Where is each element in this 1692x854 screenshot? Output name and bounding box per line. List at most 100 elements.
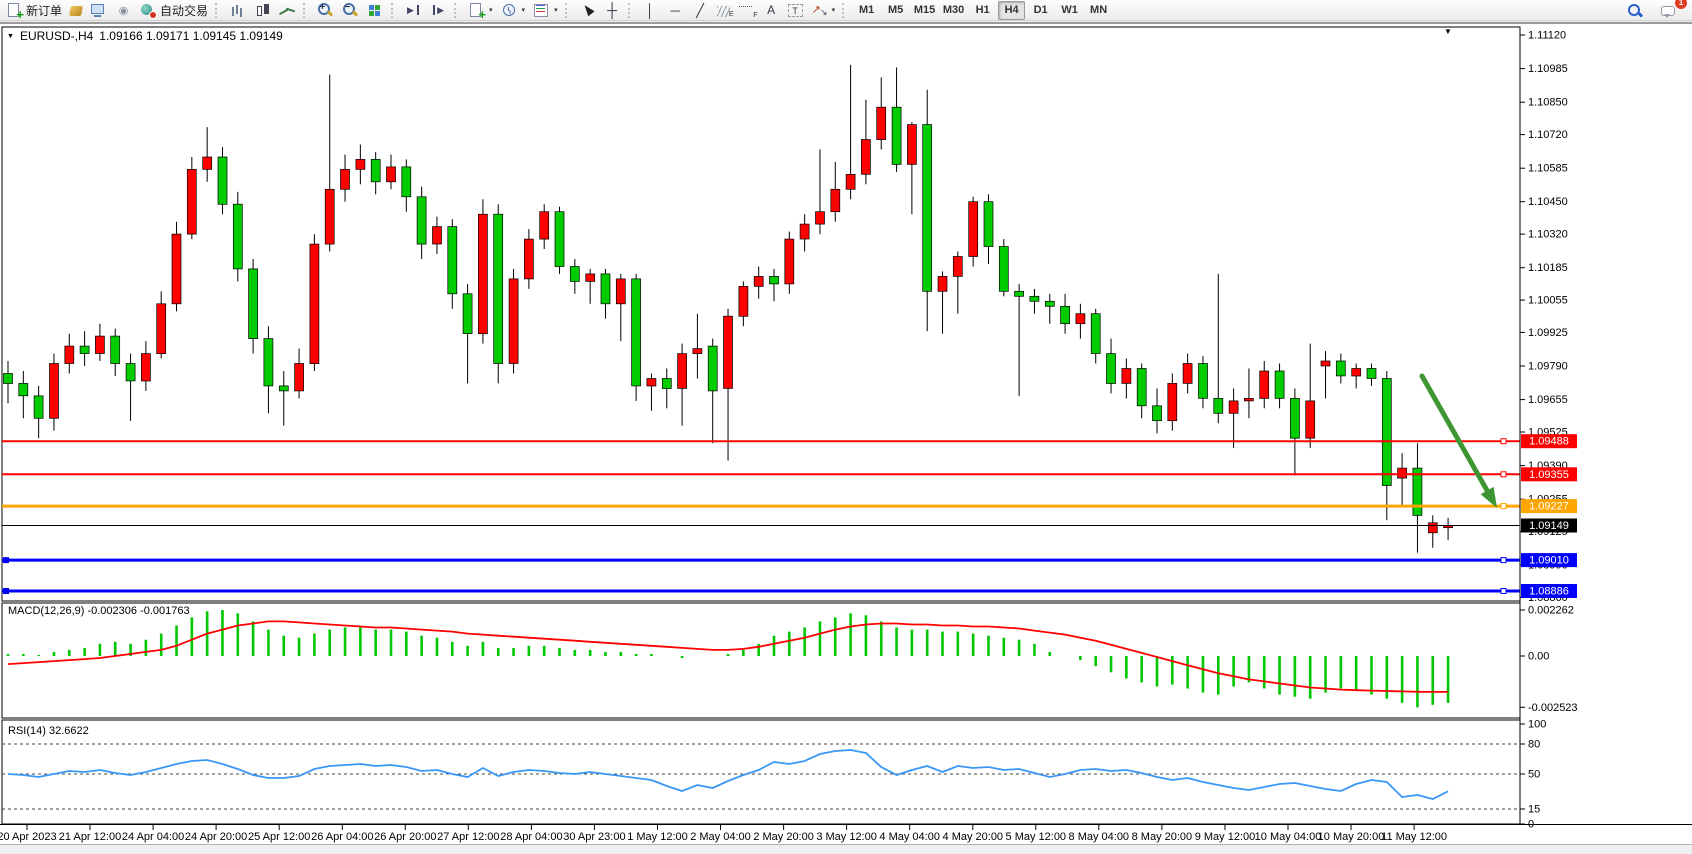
line-handle[interactable] [1501,504,1506,509]
svg-text:21 Apr 12:00: 21 Apr 12:00 [59,831,121,843]
new-order-button[interactable]: 新订单 [2,0,66,21]
zoom-out-button[interactable]: − [338,0,363,21]
timeframe-m1-button[interactable]: M1 [853,1,880,20]
svg-text:9 May 12:00: 9 May 12:00 [1195,831,1256,843]
arrows-button[interactable]: ▾ [807,0,840,21]
timeframe-mn-button[interactable]: MN [1085,1,1112,20]
chevron-down-icon: ▾ [522,6,526,14]
price-tag-1.09227: 1.09227 [1521,499,1577,513]
svg-text:8 May 20:00: 8 May 20:00 [1132,831,1193,843]
crosshair-icon [604,3,621,18]
templates-button[interactable]: ▾ [529,0,562,21]
svg-text:1.08886: 1.08886 [1529,586,1569,598]
svg-text:26 Apr 20:00: 26 Apr 20:00 [374,831,436,843]
text-label-icon [788,4,803,17]
timeframe-m30-button[interactable]: M30 [940,1,967,20]
toolbar-grip [303,3,309,18]
line-handle[interactable] [3,557,9,563]
chart-shift-button[interactable] [426,0,451,21]
notifications-button[interactable]: 1 [1657,0,1682,21]
new-chart-icon [468,3,485,18]
price-tag-1.09010: 1.09010 [1521,553,1577,567]
svg-text:1.10850: 1.10850 [1528,97,1568,109]
collapse-triangle-icon[interactable]: ▼ [7,33,14,40]
candlestick-chart-button[interactable] [250,0,275,21]
svg-text:25 Apr 12:00: 25 Apr 12:00 [248,831,310,843]
trendline-icon [692,3,709,18]
zoom-in-button[interactable]: + [313,0,338,21]
equidistant-channel-icon [717,6,730,17]
svg-text:1 May 12:00: 1 May 12:00 [627,831,688,843]
svg-text:5 May 12:00: 5 May 12:00 [1006,831,1067,843]
svg-text:3 May 12:00: 3 May 12:00 [816,831,877,843]
signals-icon [115,3,132,18]
equidistant-channel-button[interactable] [713,0,734,21]
signals-button[interactable] [111,0,136,21]
price-tag-1.09149: 1.09149 [1521,519,1577,533]
periods-button[interactable]: ▾ [497,0,530,21]
vertical-line-icon [642,3,659,18]
svg-text:27 Apr 12:00: 27 Apr 12:00 [437,831,499,843]
horizontal-line-button[interactable] [663,0,688,21]
timeframe-m15-button[interactable]: M15 [911,1,938,20]
fibonacci-retracement-button[interactable] [734,0,759,21]
chart-ohlc-quotes: 1.09166 1.09171 1.09145 1.09149 [99,29,283,43]
timeframe-h4-button[interactable]: H4 [998,1,1025,20]
line-handle[interactable] [1501,589,1506,594]
macd-label: MACD(12,26,9) -0.002306 -0.001763 [8,605,190,617]
svg-text:4 May 04:00: 4 May 04:00 [879,831,940,843]
arrows-icon [811,3,828,18]
line-chart-button[interactable] [275,0,300,21]
svg-text:28 Apr 04:00: 28 Apr 04:00 [500,831,562,843]
market-depth-button[interactable] [66,0,86,21]
timeframe-w1-button[interactable]: W1 [1056,1,1083,20]
line-handle[interactable] [1501,439,1506,444]
svg-text:1.10450: 1.10450 [1528,196,1568,208]
svg-text:1.09925: 1.09925 [1528,327,1568,339]
line-handle[interactable] [3,588,9,594]
svg-text:4 May 20:00: 4 May 20:00 [943,831,1004,843]
text-label-button[interactable] [784,0,807,21]
zoom-in-icon: + [317,3,334,18]
chart-shift-marker[interactable]: ▼ [1444,27,1452,36]
svg-text:11 May 12:00: 11 May 12:00 [1381,831,1447,843]
svg-text:1.10585: 1.10585 [1528,163,1568,175]
svg-text:24 Apr 20:00: 24 Apr 20:00 [185,831,247,843]
svg-text:1.09790: 1.09790 [1528,361,1568,373]
terminal-button[interactable] [86,0,111,21]
auto-scroll-button[interactable] [401,0,426,21]
line-handle[interactable] [1501,558,1506,563]
timeframe-d1-button[interactable]: D1 [1027,1,1054,20]
cursor-button[interactable] [575,0,600,21]
svg-text:-0.002523: -0.002523 [1528,702,1578,714]
timeframe-m5-button[interactable]: M5 [882,1,909,20]
tile-windows-icon [367,3,384,18]
line-handle[interactable] [1501,472,1506,477]
toolbar-grip [842,3,848,18]
search-icon [1626,3,1643,18]
vertical-line-button[interactable] [638,0,663,21]
text-icon [763,3,780,18]
svg-text:1.09355: 1.09355 [1529,469,1569,481]
toolbar-grip [215,3,221,18]
svg-text:30 Apr 23:00: 30 Apr 23:00 [563,831,625,843]
auto-trading-button[interactable]: 自动交易 [136,0,212,21]
bar-chart-icon [229,3,246,18]
new-order-label: 新订单 [26,2,62,19]
svg-text:1.09227: 1.09227 [1529,501,1569,513]
trendline-button[interactable] [688,0,713,21]
crosshair-button[interactable] [600,0,625,21]
search-button[interactable] [1622,0,1647,21]
notification-badge: 1 [1675,0,1687,9]
svg-text:1.09488: 1.09488 [1529,436,1569,448]
timeframe-h1-button[interactable]: H1 [969,1,996,20]
svg-text:1.09010: 1.09010 [1529,555,1569,567]
tile-windows-button[interactable] [363,0,388,21]
toolbar-grip [628,3,634,18]
text-button[interactable] [759,0,784,21]
bar-chart-button[interactable] [225,0,250,21]
auto-trading-icon [140,3,157,18]
new-chart-button[interactable]: ▾ [464,0,497,21]
cursor-icon [579,3,596,18]
svg-text:2 May 20:00: 2 May 20:00 [753,831,814,843]
